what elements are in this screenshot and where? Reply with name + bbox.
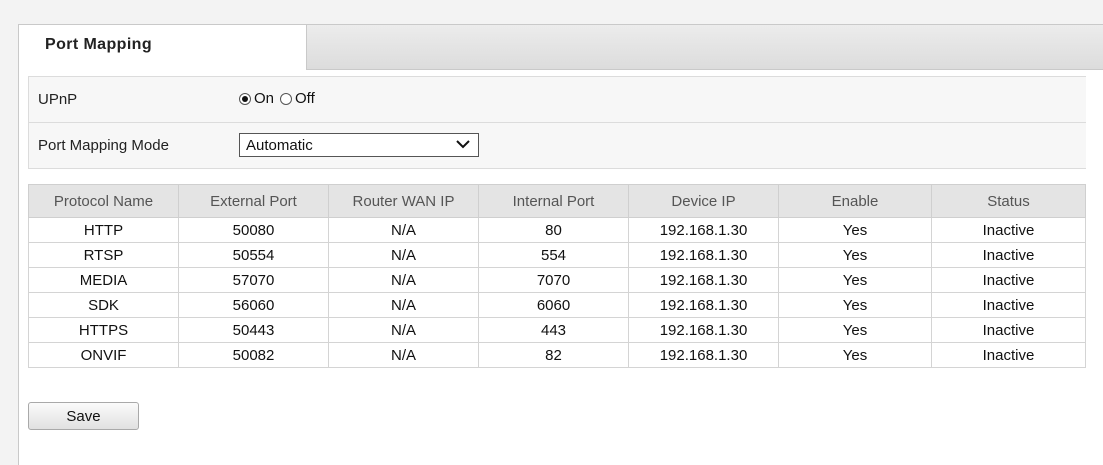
table-cell: 192.168.1.30 [628, 267, 779, 293]
table-cell: 80 [478, 217, 629, 243]
table-cell: Yes [778, 267, 932, 293]
table-cell: N/A [328, 317, 479, 343]
table-cell: Inactive [931, 292, 1086, 318]
port-mapping-mode-row: Port Mapping Mode Automatic [29, 123, 1086, 168]
upnp-off-radio[interactable]: Off [280, 90, 315, 107]
table-cell: 192.168.1.30 [628, 242, 779, 268]
table-cell: MEDIA [28, 267, 179, 293]
table-row[interactable]: ONVIF 50082 N/A 82 192.168.1.30 Yes Inactive [28, 342, 1086, 368]
table-cell: Inactive [931, 242, 1086, 268]
table-cell: 7070 [478, 267, 629, 293]
save-button[interactable]: Save [28, 402, 139, 430]
table-cell: N/A [328, 342, 479, 368]
column-header[interactable]: Device IP [628, 184, 779, 218]
table-cell: 50080 [178, 217, 329, 243]
upnp-off-label: Off [295, 90, 315, 107]
port-mapping-table: Protocol Name External Port Router WAN I… [28, 184, 1086, 368]
table-row[interactable]: MEDIA 57070 N/A 7070 192.168.1.30 Yes Inactive [28, 267, 1086, 293]
column-header[interactable]: Status [931, 184, 1086, 218]
tab-bar: Port Mapping [19, 25, 1103, 70]
table-cell: Yes [778, 342, 932, 368]
table-cell: N/A [328, 292, 479, 318]
column-header[interactable]: Internal Port [478, 184, 629, 218]
upnp-on-label: On [254, 90, 275, 107]
table-cell: Yes [778, 292, 932, 318]
port-mapping-mode-select[interactable]: Automatic [239, 133, 479, 157]
table-cell: 57070 [178, 267, 329, 293]
table-cell: HTTP [28, 217, 179, 243]
table-cell: 56060 [178, 292, 329, 318]
settings-form: UPnP On Off Port Mapping Mode Automatic [28, 76, 1086, 169]
table-cell: Inactive [931, 317, 1086, 343]
chevron-down-icon [456, 140, 470, 149]
table-header-row: Protocol Name External Port Router WAN I… [28, 184, 1086, 218]
table-row[interactable]: HTTP 50080 N/A 80 192.168.1.30 Yes Inactive [28, 217, 1086, 243]
table-cell: N/A [328, 267, 479, 293]
table-cell: 192.168.1.30 [628, 342, 779, 368]
radio-checked-icon[interactable] [239, 92, 251, 105]
table-cell: Inactive [931, 217, 1086, 243]
column-header[interactable]: Router WAN IP [328, 184, 479, 218]
table-cell: 50082 [178, 342, 329, 368]
table-cell: 6060 [478, 292, 629, 318]
port-mapping-mode-label: Port Mapping Mode [38, 137, 169, 154]
column-header[interactable]: Enable [778, 184, 932, 218]
port-mapping-mode-value: Automatic [246, 137, 313, 154]
page-frame: Port Mapping UPnP On Off Port Mapping Mo… [0, 0, 1103, 465]
upnp-on-radio[interactable]: On [239, 90, 274, 107]
upnp-row: UPnP On Off [29, 77, 1086, 123]
table-cell: 50554 [178, 242, 329, 268]
table-cell: SDK [28, 292, 179, 318]
tab-port-mapping[interactable]: Port Mapping [19, 25, 307, 70]
table-cell: 192.168.1.30 [628, 292, 779, 318]
table-cell: 554 [478, 242, 629, 268]
upnp-label: UPnP [38, 91, 78, 108]
table-cell: RTSP [28, 242, 179, 268]
table-cell: 82 [478, 342, 629, 368]
column-header[interactable]: Protocol Name [28, 184, 179, 218]
table-cell: Yes [778, 242, 932, 268]
table-row[interactable]: SDK 56060 N/A 6060 192.168.1.30 Yes Inactive [28, 292, 1086, 318]
table-cell: Inactive [931, 342, 1086, 368]
table-cell: 50443 [178, 317, 329, 343]
table-row[interactable]: RTSP 50554 N/A 554 192.168.1.30 Yes Inactive [28, 242, 1086, 268]
table-cell: N/A [328, 242, 479, 268]
table-cell: 192.168.1.30 [628, 317, 779, 343]
column-header[interactable]: External Port [178, 184, 329, 218]
table-body: HTTP 50080 N/A 80 192.168.1.30 Yes Inactive RTS… [28, 217, 1086, 368]
table-cell: 443 [478, 317, 629, 343]
table-cell: Yes [778, 217, 932, 243]
table-cell: HTTPS [28, 317, 179, 343]
table-cell: Yes [778, 317, 932, 343]
upnp-radio-group: On Off [239, 90, 321, 107]
table-cell: N/A [328, 217, 479, 243]
radio-unchecked-icon[interactable] [280, 92, 293, 105]
table-cell: Inactive [931, 267, 1086, 293]
table-cell: 192.168.1.30 [628, 217, 779, 243]
table-row[interactable]: HTTPS 50443 N/A 443 192.168.1.30 Yes Inactive [28, 317, 1086, 343]
table-cell: ONVIF [28, 342, 179, 368]
